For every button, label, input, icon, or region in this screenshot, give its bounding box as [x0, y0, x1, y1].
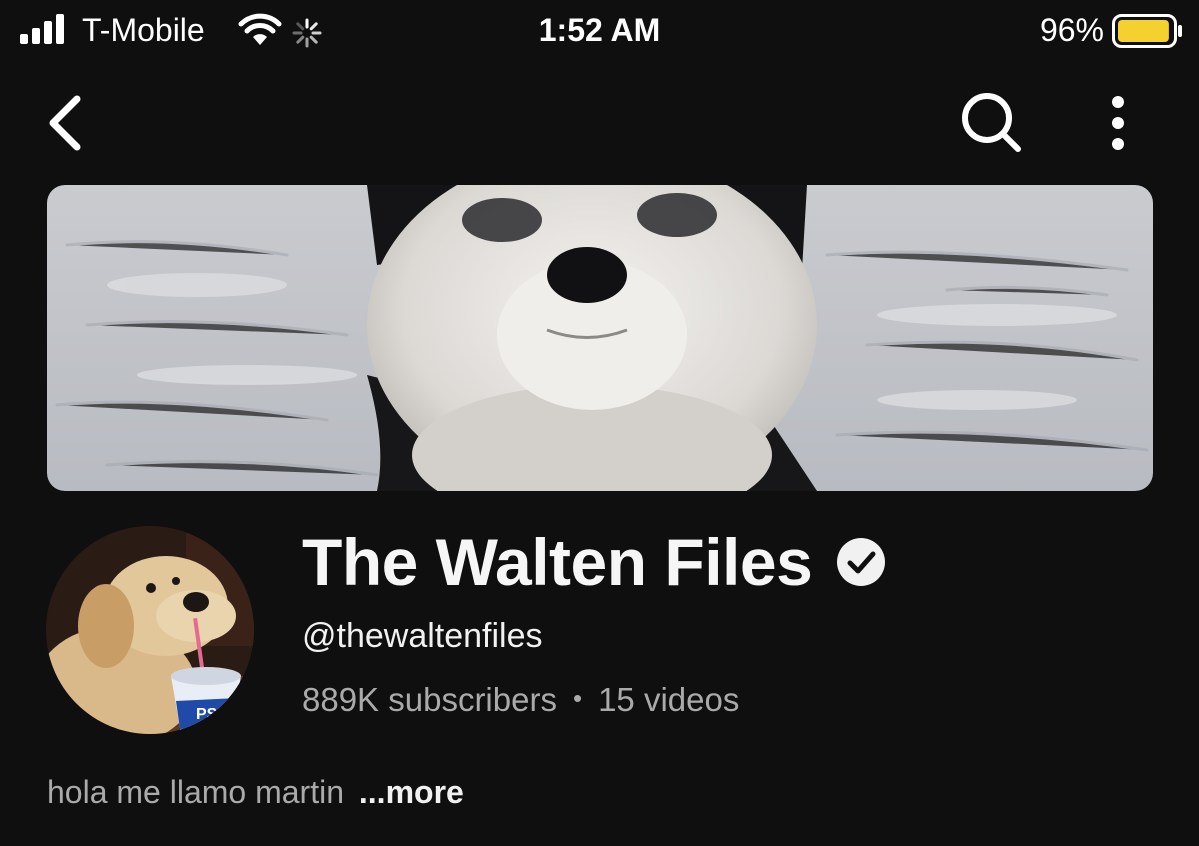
description-text: hola me llamo martin	[47, 774, 344, 810]
channel-avatar[interactable]: PSI	[46, 526, 254, 734]
meta-separator: •	[572, 683, 583, 713]
more-options-button[interactable]	[1088, 88, 1148, 158]
channel-description[interactable]: hola me llamo martin ...more	[47, 770, 464, 814]
more-link[interactable]: ...more	[359, 774, 464, 810]
svg-text:PSI: PSI	[196, 706, 222, 723]
chevron-left-icon	[49, 95, 81, 151]
video-count[interactable]: 15 videos	[598, 681, 739, 718]
avatar-image: PSI	[46, 526, 254, 734]
status-time: 1:52 AM	[538, 12, 661, 48]
more-vertical-icon	[1112, 96, 1124, 150]
banner-image	[47, 185, 1153, 491]
channel-banner[interactable]	[47, 185, 1153, 491]
verified-badge-icon	[837, 538, 886, 586]
search-button[interactable]	[952, 88, 1032, 158]
status-bar: T-Mobile 1:52 AM 96%	[0, 0, 1199, 62]
channel-title: The Walten Files	[302, 525, 813, 599]
channel-page: T-Mobile 1:52 AM 96% PSI The Walten File…	[0, 0, 1199, 846]
channel-stats: 889K subscribers • 15 videos	[302, 676, 739, 722]
battery-level-fill	[1118, 20, 1169, 42]
battery-percentage: 96%	[1039, 12, 1104, 48]
search-icon	[962, 93, 1021, 152]
back-button[interactable]	[30, 88, 100, 158]
battery-icon	[1112, 14, 1182, 48]
channel-handle: @thewaltenfiles	[302, 617, 543, 655]
channel-title-row: The Walten Files	[302, 520, 886, 604]
subscriber-count: 889K subscribers	[302, 681, 557, 718]
